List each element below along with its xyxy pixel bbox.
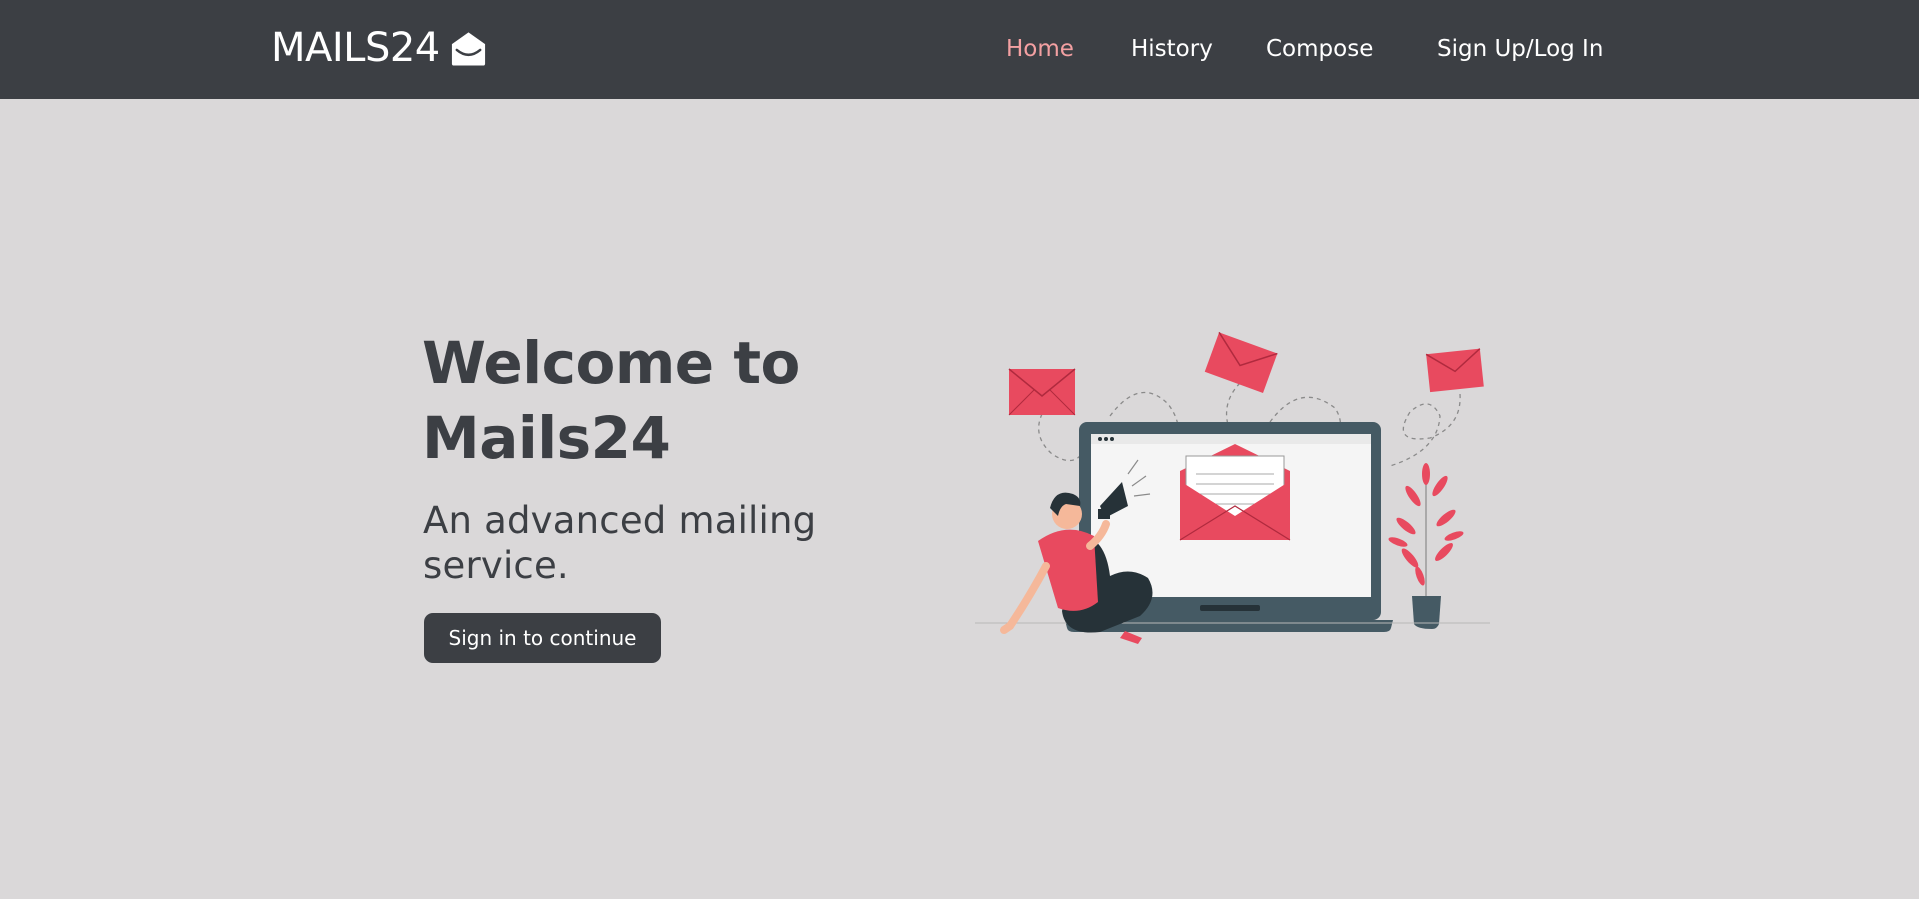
envelope-right-icon	[1425, 348, 1484, 393]
plant-icon	[1388, 463, 1464, 629]
top-navbar: MAILS24 Home History Compose Sign Up/Log…	[0, 0, 1919, 99]
screen-envelope-icon	[1179, 444, 1291, 541]
mailing-illustration	[975, 331, 1490, 644]
brand-name: MAILS24	[271, 25, 440, 71]
hero-subtitle: An advanced mailing service.	[423, 498, 893, 588]
hero-subtitle-line1: An advanced mailing	[423, 499, 817, 542]
hero-subtitle-line2: service.	[423, 544, 569, 587]
open-envelope-icon	[451, 32, 485, 66]
nav-link-home[interactable]: Home	[1006, 30, 1074, 68]
envelope-left-icon	[1008, 368, 1076, 416]
nav-link-compose[interactable]: Compose	[1266, 30, 1373, 68]
envelope-top-icon	[1204, 331, 1278, 393]
sign-in-button[interactable]: Sign in to continue	[424, 613, 661, 663]
nav-link-sign-up-log-in[interactable]: Sign Up/Log In	[1437, 30, 1603, 68]
hero-title-line1: Welcome to	[422, 329, 800, 397]
brand-logo-link[interactable]: MAILS24	[271, 22, 488, 74]
hero-title: Welcome to Mails24	[422, 326, 942, 476]
hero-title-line2: Mails24	[422, 404, 671, 472]
nav-link-history[interactable]: History	[1131, 30, 1213, 68]
